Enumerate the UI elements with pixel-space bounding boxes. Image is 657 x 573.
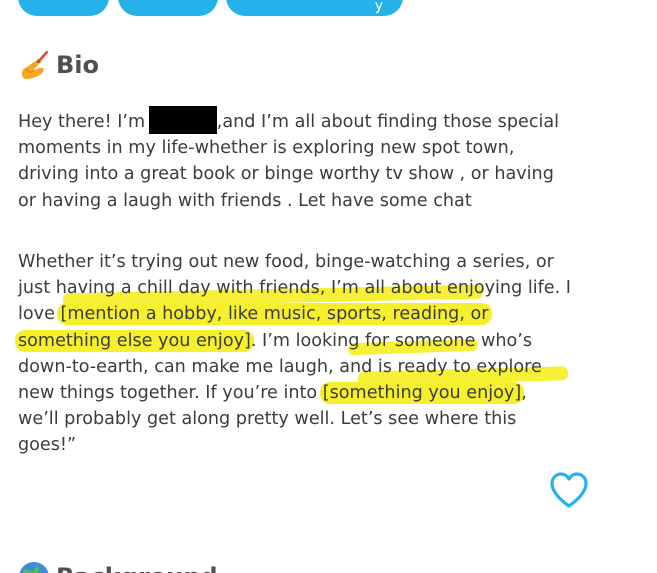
globe-icon (19, 562, 49, 573)
bio-line: new things together. If you’re into [som… (18, 382, 527, 405)
highlighted-text: something else you enjoy] (15, 329, 254, 352)
bio-line: we’ll probably get along pretty well. Le… (18, 409, 517, 430)
tag-chip[interactable] (18, 0, 109, 16)
bio-line: Hey there! I’m ,and I’m all about findin… (18, 106, 618, 135)
bio-line: something else you enjoy]. I’m looking f… (15, 328, 618, 354)
heart-icon[interactable] (548, 470, 590, 510)
bio-line: goes!” (18, 435, 77, 456)
bio-heading: Bio (18, 48, 99, 82)
bio-paragraph-2: Whether it’s trying out new food, binge-… (15, 249, 618, 459)
background-heading: Background (18, 560, 218, 573)
bio-line: love [mention a hobby, like music, sport… (18, 301, 618, 327)
tag-chip[interactable] (118, 0, 218, 16)
bio-title: Bio (56, 51, 100, 79)
tag-chip[interactable]: y (226, 0, 403, 16)
bio-line: driving into a great book or binge worth… (18, 164, 554, 185)
bio-line: or having a laugh with friends . Let hav… (18, 190, 472, 211)
bio-line: down-to-earth, can make me laugh, and is… (18, 356, 542, 377)
writing-hand-icon (21, 50, 49, 79)
bio-line: Whether it’s trying out new food, binge-… (18, 252, 554, 272)
profile-page: y Bio Hey there! I’m ,and I’m all about … (0, 0, 657, 573)
tag-chip-label: y (374, 0, 383, 14)
redacted-name (148, 106, 217, 134)
bio-line: just having a chill day with friends, I’… (18, 278, 572, 299)
highlighted-text: [something you enjoy] (319, 382, 525, 405)
bio-line: moments in my life-whether is exploring … (18, 138, 515, 159)
highlighted-text: [mention a hobby, like music, sports, re… (57, 303, 492, 326)
background-title: Background (56, 563, 218, 573)
bio-paragraph-1: Hey there! I’m ,and I’m all about findin… (18, 106, 618, 214)
